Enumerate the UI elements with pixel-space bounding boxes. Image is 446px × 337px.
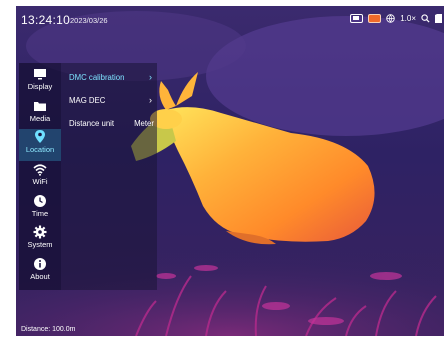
sidebar-item-label: WiFi <box>32 177 48 186</box>
sidebar-item-media[interactable]: Media <box>19 99 61 129</box>
sidebar-item-wifi[interactable]: WiFi <box>19 163 61 193</box>
battery-icon <box>350 14 364 23</box>
media-icon <box>34 102 46 111</box>
clock-time: 13:24:10 <box>21 13 71 27</box>
clock-icon <box>34 195 46 207</box>
gear-icon <box>33 225 47 239</box>
location-submenu: DMC calibration › MAG DEC › Distance uni… <box>61 63 157 290</box>
sidebar-item-system[interactable]: System <box>19 225 61 255</box>
clock-date: 2023/03/26 <box>70 16 108 25</box>
sidebar-item-label: Location <box>25 145 55 154</box>
chevron-right-icon: › <box>149 72 152 82</box>
wifi-icon <box>33 164 47 176</box>
sidebar-item-location[interactable]: Location <box>19 129 61 161</box>
sidebar-item-label: System <box>27 240 53 249</box>
sd-card-icon <box>435 14 442 23</box>
menu-item-distance-unit[interactable]: Distance unit Meter <box>61 113 157 133</box>
sidebar-item-label: About <box>30 272 50 281</box>
zoom-icon <box>421 14 430 23</box>
record-icon <box>368 14 382 23</box>
distance-readout: Distance: 100.0m <box>21 326 76 333</box>
menu-item-label: MAG DEC <box>69 96 106 105</box>
settings-sidebar: Display Media Location WiFi Time System … <box>19 63 61 290</box>
status-icons: 1.0× <box>350 14 442 23</box>
sidebar-item-display[interactable]: Display <box>19 67 61 97</box>
sidebar-item-time[interactable]: Time <box>19 194 61 224</box>
sidebar-item-label: Media <box>29 114 51 123</box>
wifi-globe-icon <box>386 14 395 23</box>
sidebar-item-label: Time <box>31 209 49 218</box>
chevron-right-icon: › <box>149 95 152 105</box>
thermal-viewfinder: 13:24:10 2023/03/26 1.0× Display Media L… <box>16 6 444 336</box>
info-icon <box>34 258 46 270</box>
display-icon <box>34 69 46 80</box>
menu-item-mag-dec[interactable]: MAG DEC › <box>61 90 157 110</box>
distance-unit-value: Meter <box>134 119 154 128</box>
sidebar-item-about[interactable]: About <box>19 257 61 287</box>
menu-item-label: Distance unit <box>69 119 115 128</box>
location-pin-icon <box>35 130 45 143</box>
menu-item-dmc-calibration[interactable]: DMC calibration › <box>61 67 157 87</box>
sidebar-item-label: Display <box>27 82 53 91</box>
zoom-level: 1.0× <box>400 14 416 23</box>
status-bar: 13:24:10 2023/03/26 1.0× <box>16 6 444 32</box>
menu-item-label: DMC calibration <box>69 73 125 82</box>
